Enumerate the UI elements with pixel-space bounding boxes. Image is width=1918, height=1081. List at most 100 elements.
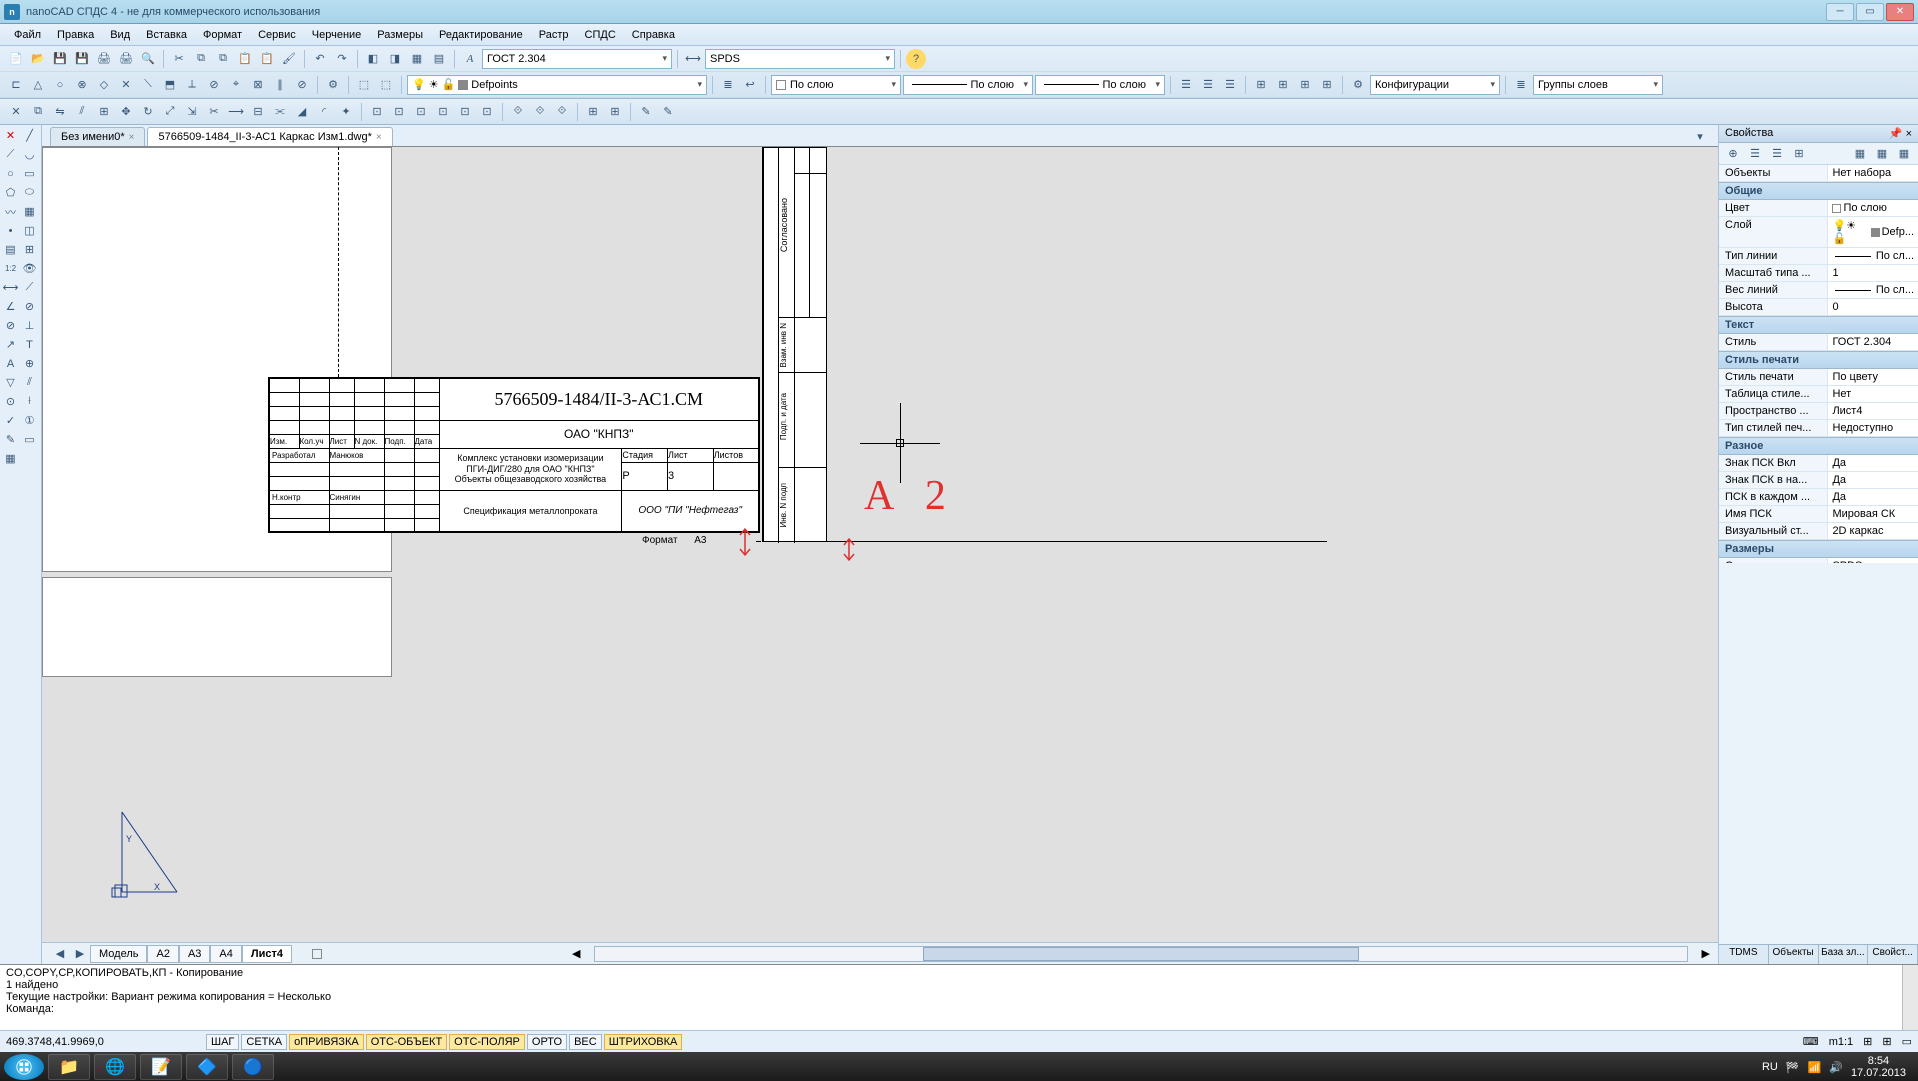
toggle-otrack-polar[interactable]: ОТС-ПОЛЯР [449,1034,525,1050]
text-style-icon[interactable]: A [460,49,480,69]
menu-raster[interactable]: Растр [531,27,577,43]
extend-icon[interactable]: ⟶ [226,102,246,122]
cmd-prompt[interactable]: Команда: [6,1003,1912,1015]
break-icon[interactable]: ⊟ [248,102,268,122]
prop-layer-v[interactable]: 💡☀🔓Defp... [1828,217,1918,247]
laytool7-icon[interactable]: ⊞ [1317,75,1337,95]
menu-dimensions[interactable]: Размеры [369,27,431,43]
join-icon[interactable]: ⫘ [270,102,290,122]
menu-edit[interactable]: Правка [49,27,102,43]
laytool1-icon[interactable]: ☰ [1176,75,1196,95]
prop-sect-text[interactable]: Текст [1719,316,1918,334]
note-icon[interactable]: ✎ [2,431,19,448]
iso-icon[interactable]: ⬚ [354,75,374,95]
laygroup-combo[interactable]: Группы слоев [1533,75,1663,95]
sheet-tab-list4[interactable]: Лист4 [242,945,292,963]
array-icon[interactable]: ⊞ [94,102,114,122]
menu-file[interactable]: Файл [6,27,49,43]
laytool4-icon[interactable]: ⊞ [1251,75,1271,95]
node-icon[interactable]: ⊙ [2,393,19,410]
rtab-props[interactable]: Свойст... [1868,945,1918,964]
prop-tb6-icon[interactable]: ▦ [1872,144,1892,164]
saveall-icon[interactable]: 💾 [72,49,92,69]
tool-d-icon[interactable]: ▤ [429,49,449,69]
close-button[interactable]: ✕ [1886,3,1914,21]
tray-network-icon[interactable]: 📶 [1808,1061,1822,1074]
status-tool2-icon[interactable]: ⊞ [1882,1035,1891,1048]
command-line[interactable]: CO,COPY,CP,КОПИРОВАТЬ,КП - Копирование 1… [0,964,1918,1030]
doc-tab-1-close-icon[interactable]: × [376,132,382,143]
dim-rad-icon[interactable]: ⊘ [21,298,38,315]
osnap-end-icon[interactable]: ⊏ [6,75,26,95]
mod-h-icon[interactable]: ⟐ [530,102,550,122]
prop-vstyle-v[interactable]: 2D каркас [1828,523,1918,539]
redo-icon[interactable]: ↷ [332,49,352,69]
laygroup-icon[interactable]: ≣ [1511,75,1531,95]
rotate-icon[interactable]: ↻ [138,102,158,122]
drawing-canvas[interactable]: 5766509-1484/II-3-АС1.СМ ОАО "КНПЗ" Изм.… [42,147,1718,942]
sheet-tab-model[interactable]: Модель [90,945,147,963]
tray-volume-icon[interactable]: 🔊 [1829,1061,1843,1074]
point-icon[interactable]: • [2,222,19,239]
new-icon[interactable]: 📄 [6,49,26,69]
tool-a-icon[interactable]: ◧ [363,49,383,69]
prop-sect-general[interactable]: Общие [1719,182,1918,200]
toggle-osnap[interactable]: оПРИВЯЗКА [289,1034,364,1050]
circle-icon[interactable]: ○ [2,165,19,182]
iso2-icon[interactable]: ⬚ [376,75,396,95]
prop-sect-misc[interactable]: Разное [1719,437,1918,455]
sheet-tab-a3[interactable]: А3 [179,945,210,963]
horizontal-scrollbar[interactable] [594,946,1687,962]
menu-format[interactable]: Формат [195,27,250,43]
save-icon[interactable]: 💾 [50,49,70,69]
taskbar-nanocad-icon[interactable]: 🔵 [232,1054,274,1080]
osnap-nea-icon[interactable]: ⌖ [226,75,246,95]
sheet-scroll-right-icon[interactable]: ▶ [70,944,90,964]
mod-b-icon[interactable]: ⊡ [389,102,409,122]
config-combo[interactable]: Конфигурации [1370,75,1500,95]
taskbar-app1-icon[interactable]: 🔷 [186,1054,228,1080]
osnap-cen-icon[interactable]: ○ [50,75,70,95]
prop-ltscale-v[interactable]: 1 [1828,265,1918,281]
pline-icon[interactable]: ⟋ [2,146,19,163]
osnap-set-icon[interactable]: ⚙ [323,75,343,95]
mod-k-icon[interactable]: ⊞ [605,102,625,122]
copy-icon[interactable]: ⧉ [191,49,211,69]
region-icon[interactable]: ◫ [21,222,38,239]
stretch-icon[interactable]: ⇲ [182,102,202,122]
status-tool1-icon[interactable]: ⊞ [1863,1035,1872,1048]
view-icon[interactable]: 👁 [21,260,38,277]
mod-a-icon[interactable]: ⊡ [367,102,387,122]
mod-d-icon[interactable]: ⊡ [433,102,453,122]
sheet-splitter[interactable] [312,949,322,959]
sheet-tab-a4[interactable]: А4 [210,945,241,963]
layer-combo[interactable]: 💡 ☀ 🔓 Defpoints [407,75,707,95]
menu-modify[interactable]: Редактирование [431,27,531,43]
menu-insert[interactable]: Вставка [138,27,195,43]
toggle-otrack-obj[interactable]: ОТС-ОБЪЕКТ [366,1034,447,1050]
osnap-par-icon[interactable]: ∥ [270,75,290,95]
rtab-tdms[interactable]: TDMS [1719,945,1769,964]
dim-ang-icon[interactable]: ∠ [2,298,19,315]
prop-pstyle-v[interactable]: По цвету [1828,369,1918,385]
pastespec-icon[interactable]: 📋 [257,49,277,69]
osnap-app-icon[interactable]: ⊠ [248,75,268,95]
weld-icon[interactable]: ⟊ [21,393,38,410]
cmd-scrollbar[interactable] [1902,965,1918,1030]
text-style-combo[interactable]: ГОСТ 2.304 [482,49,672,69]
scale-icon[interactable]: ⤢ [160,102,180,122]
mod-j-icon[interactable]: ⊞ [583,102,603,122]
menu-spds[interactable]: СПДС [577,27,624,43]
offset-icon[interactable]: ⫽ [72,102,92,122]
tool-c-icon[interactable]: ▦ [407,49,427,69]
layer-prev-icon[interactable]: ↩ [740,75,760,95]
open-icon[interactable]: 📂 [28,49,48,69]
prop-pstyletype-v[interactable]: Недоступно [1828,420,1918,436]
undo-icon[interactable]: ↶ [310,49,330,69]
menu-service[interactable]: Сервис [250,27,304,43]
mtext-icon[interactable]: T [21,336,38,353]
config-icon[interactable]: ⚙ [1348,75,1368,95]
prop-ucsorg-v[interactable]: Да [1828,472,1918,488]
mod-m-icon[interactable]: ✎ [658,102,678,122]
prop-ptable-v[interactable]: Нет [1828,386,1918,402]
